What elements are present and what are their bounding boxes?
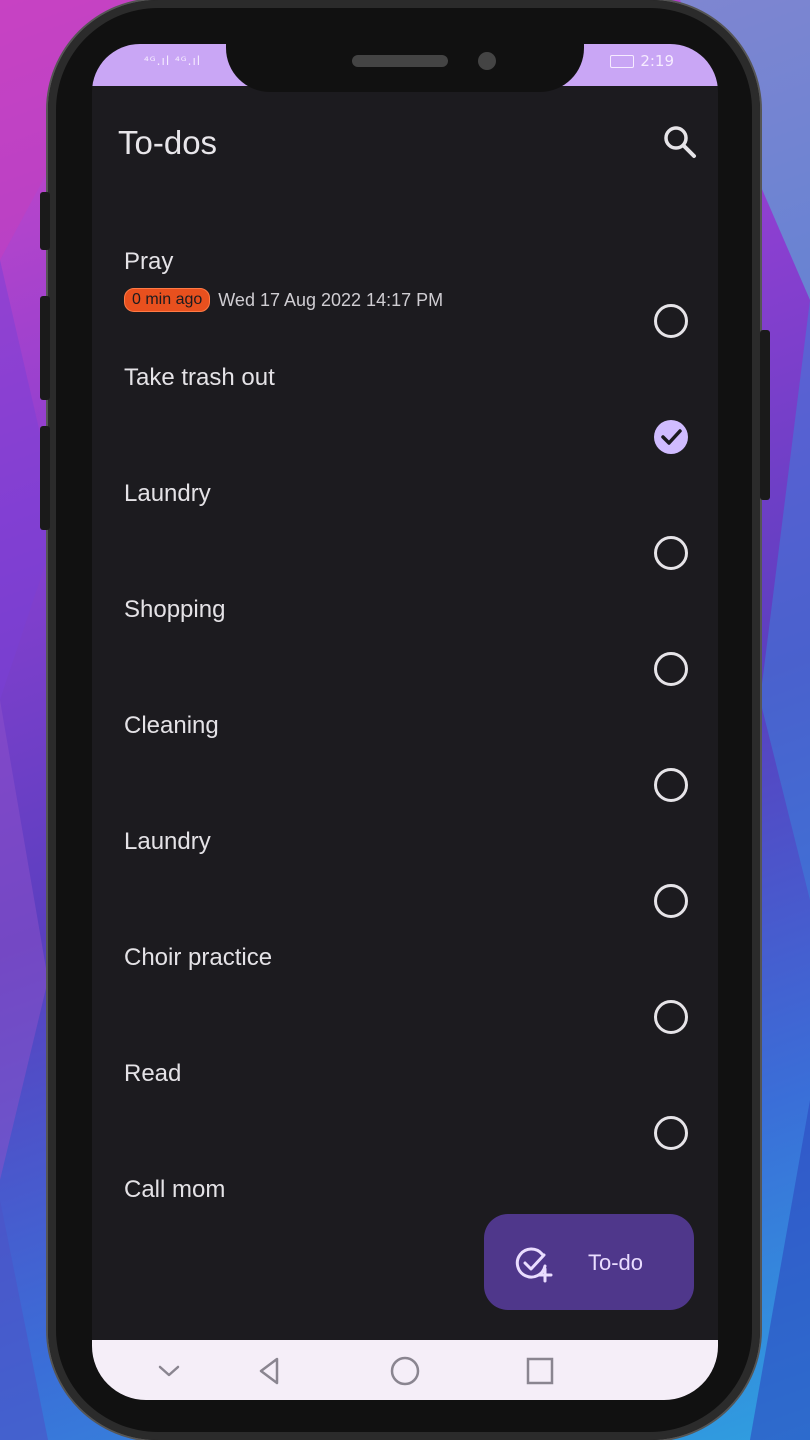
battery-icon (610, 54, 635, 68)
recents-icon[interactable] (523, 1354, 557, 1388)
search-icon[interactable] (660, 122, 700, 162)
complete-checkbox[interactable] (654, 536, 688, 570)
mute-switch (40, 192, 50, 250)
todo-title: Read (124, 1060, 182, 1087)
todo-date: Wed 17 Aug 2022 14:17 PM (218, 289, 444, 310)
chevron-down-icon[interactable] (152, 1354, 186, 1388)
complete-checkbox[interactable] (654, 884, 688, 918)
clock: 2:19 (640, 52, 674, 70)
status-right: 2:19 (610, 52, 674, 70)
todo-title: Shopping (124, 596, 226, 623)
todo-item[interactable]: Choir practice (92, 914, 718, 1034)
power-button (760, 330, 770, 500)
todo-title: Laundry (124, 480, 211, 507)
todo-title: Choir practice (124, 944, 273, 971)
todo-title: Laundry (124, 828, 211, 855)
add-todo-button[interactable]: To-do (484, 1214, 694, 1310)
app-screen: ⁴ᴳ.ıl ⁴ᴳ.ıl 2:19 To-dos Pray 0 min ago W… (92, 44, 718, 1400)
checkmark-icon (661, 429, 682, 445)
complete-checkbox[interactable] (654, 304, 688, 338)
time-ago-badge: 0 min ago (124, 288, 211, 312)
todo-item[interactable]: Laundry (92, 798, 718, 918)
fab-label: To-do (588, 1250, 644, 1275)
todo-item[interactable]: Laundry (92, 450, 718, 570)
todo-title: Call mom (124, 1176, 226, 1203)
back-icon[interactable] (252, 1354, 286, 1388)
complete-checkbox[interactable] (654, 1116, 688, 1150)
todo-item[interactable]: Cleaning (92, 682, 718, 802)
speaker-grille (352, 55, 448, 67)
page-title: To-dos (118, 124, 218, 161)
todo-title: Take trash out (124, 364, 275, 391)
todo-item[interactable]: Read (92, 1030, 718, 1150)
camera-notch (226, 44, 584, 92)
add-task-icon (515, 1247, 553, 1283)
complete-checkbox[interactable] (654, 1000, 688, 1034)
todo-meta: 0 min ago Wed 17 Aug 2022 14:17 PM (124, 288, 443, 312)
volume-down-button (40, 426, 50, 530)
signal-indicators: ⁴ᴳ.ıl ⁴ᴳ.ıl (144, 54, 202, 68)
complete-checkbox[interactable] (654, 652, 688, 686)
home-icon[interactable] (388, 1354, 422, 1388)
volume-up-button (40, 296, 50, 400)
front-camera (478, 52, 496, 70)
todo-item[interactable]: Take trash out (92, 334, 718, 454)
todo-title: Cleaning (124, 712, 219, 739)
todo-item[interactable]: Shopping (92, 566, 718, 686)
checked-checkbox[interactable] (654, 420, 688, 454)
system-nav-bar (92, 1340, 718, 1400)
complete-checkbox[interactable] (654, 768, 688, 802)
todo-item[interactable]: Pray 0 min ago Wed 17 Aug 2022 14:17 PM (92, 218, 718, 338)
todo-title: Pray (124, 248, 174, 275)
